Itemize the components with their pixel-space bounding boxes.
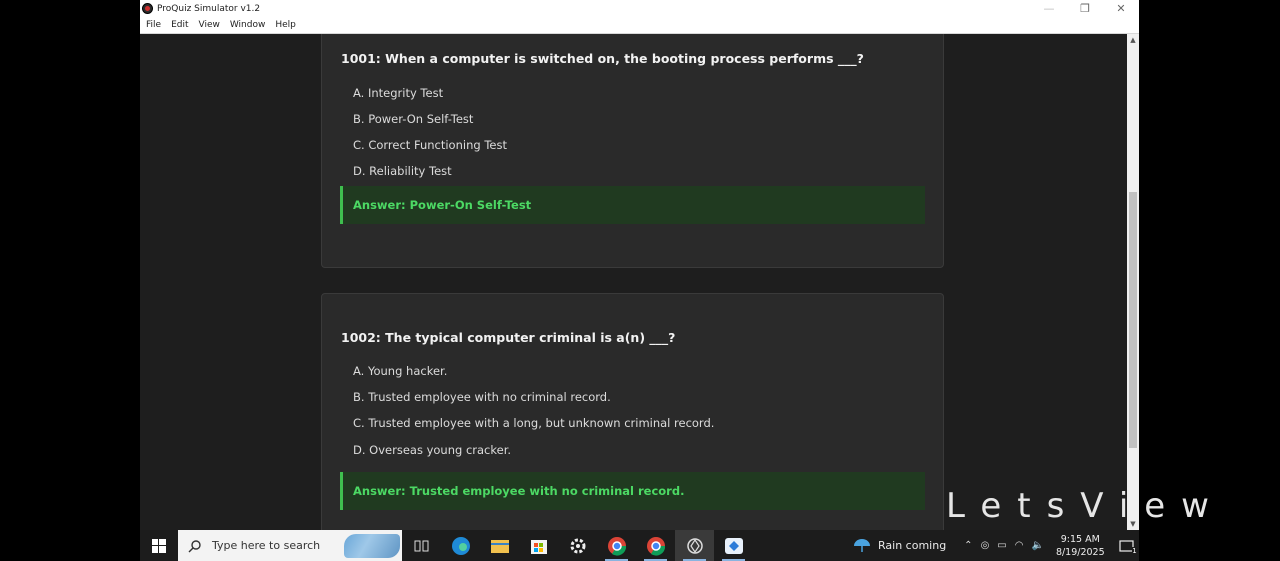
window-controls: — ❐ ✕	[1031, 0, 1139, 17]
weather-text: Rain coming	[878, 539, 947, 552]
meet-icon[interactable]: ◎	[981, 540, 990, 551]
app-icon[interactable]	[675, 530, 714, 561]
app-logo-icon	[142, 3, 153, 14]
answer-box: Answer: Power-On Self-Test	[340, 186, 925, 224]
screen-margin	[1139, 0, 1280, 561]
watermark-text: LetsView	[946, 486, 1225, 526]
settings-icon[interactable]	[558, 530, 597, 561]
question-title: 1002: The typical computer criminal is a…	[341, 330, 676, 345]
notification-icon[interactable]: 1	[1119, 539, 1137, 555]
chevron-up-icon[interactable]: ⌃	[964, 540, 972, 551]
search-icon	[188, 539, 201, 552]
battery-icon[interactable]: ▭	[997, 540, 1006, 551]
close-button[interactable]: ✕	[1103, 0, 1139, 17]
question-title: 1001: When a computer is switched on, th…	[341, 51, 864, 66]
question-card: 1002: The typical computer criminal is a…	[321, 293, 944, 530]
clock-time: 9:15 AM	[1060, 533, 1100, 545]
taskbar-search[interactable]: Type here to search	[178, 530, 402, 561]
clock-date: 8/19/2025	[1055, 546, 1105, 558]
option-d[interactable]: D. Overseas young cracker.	[353, 443, 511, 457]
option-a[interactable]: A. Young hacker.	[353, 364, 447, 378]
taskbar: Type here to search Rain coming ⌃ ◎ ▭ ◠ …	[140, 530, 1139, 561]
store-icon[interactable]	[519, 530, 558, 561]
edge-icon[interactable]	[441, 530, 480, 561]
menu-file[interactable]: File	[146, 20, 161, 30]
system-tray: ⌃ ◎ ▭ ◠ 🔈	[964, 540, 1052, 551]
task-view-icon[interactable]	[402, 530, 441, 561]
menu-help[interactable]: Help	[275, 20, 296, 30]
window-title: ProQuiz Simulator v1.2	[157, 3, 261, 14]
option-c[interactable]: C. Trusted employee with a long, but unk…	[353, 416, 714, 430]
windows-logo-icon	[152, 538, 166, 553]
menu-view[interactable]: View	[199, 20, 220, 30]
option-b[interactable]: B. Trusted employee with no criminal rec…	[353, 390, 611, 404]
scrollbar-thumb[interactable]	[1129, 192, 1137, 448]
option-b[interactable]: B. Power-On Self-Test	[353, 112, 473, 126]
rain-umbrella-icon	[854, 538, 870, 552]
search-placeholder: Type here to search	[212, 539, 321, 552]
clock[interactable]: 9:15 AM 8/19/2025	[1056, 533, 1105, 559]
title-bar: ProQuiz Simulator v1.2 — ❐ ✕	[140, 0, 1139, 17]
restore-button[interactable]: ❐	[1067, 0, 1103, 17]
menu-bar: File Edit View Window Help	[140, 17, 1139, 34]
search-highlight-image	[344, 534, 400, 558]
volume-icon[interactable]: 🔈	[1031, 540, 1043, 551]
network-icon[interactable]: ◠	[1015, 540, 1024, 551]
chrome-icon[interactable]	[597, 530, 636, 561]
quiz-content[interactable]: 1001: When a computer is switched on, th…	[140, 34, 1127, 530]
option-c[interactable]: C. Correct Functioning Test	[353, 138, 507, 152]
menu-window[interactable]: Window	[230, 20, 266, 30]
vertical-scrollbar[interactable]: ▲ ▼	[1127, 34, 1139, 530]
weather-widget[interactable]: Rain coming	[853, 538, 946, 554]
menu-edit[interactable]: Edit	[171, 20, 188, 30]
option-a[interactable]: A. Integrity Test	[353, 86, 443, 100]
question-card: 1001: When a computer is switched on, th…	[321, 34, 944, 268]
chrome-icon[interactable]	[636, 530, 675, 561]
app-window: ProQuiz Simulator v1.2 — ❐ ✕ File Edit V…	[140, 0, 1139, 530]
file-explorer-icon[interactable]	[480, 530, 519, 561]
minimize-button[interactable]: —	[1031, 0, 1067, 17]
option-d[interactable]: D. Reliability Test	[353, 164, 452, 178]
start-button[interactable]	[140, 530, 178, 561]
answer-box: Answer: Trusted employee with no crimina…	[340, 472, 925, 510]
scroll-up-icon[interactable]: ▲	[1127, 34, 1139, 46]
app-icon[interactable]	[714, 530, 753, 561]
notification-count: 1	[1132, 546, 1137, 555]
